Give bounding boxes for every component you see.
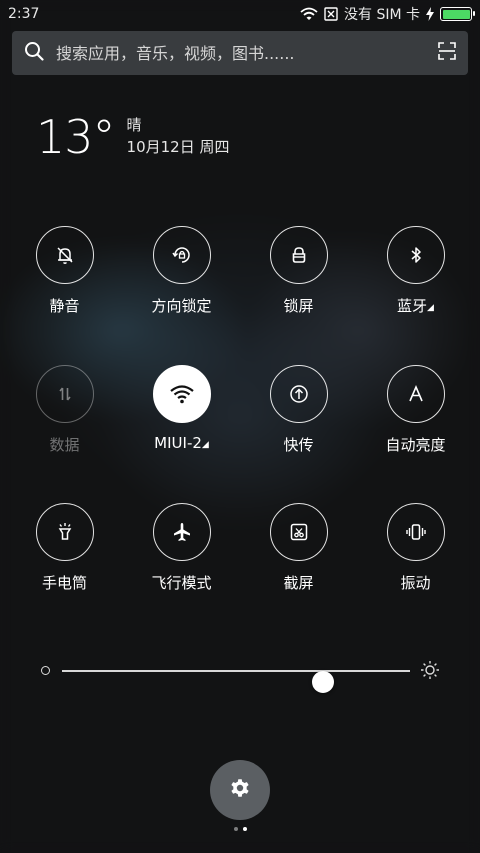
weather-condition: 晴 xyxy=(126,116,142,134)
toggle-label: 振动 xyxy=(400,574,431,592)
carrier-label: 没有 SIM 卡 xyxy=(344,7,420,23)
toggle-vibrate[interactable]: 振动 xyxy=(357,503,474,593)
brightness-low-icon xyxy=(41,666,50,675)
toggle-screenshot[interactable]: 截屏 xyxy=(240,503,357,593)
brightness-thumb[interactable] xyxy=(312,671,334,693)
toggle-label: 飞行模式 xyxy=(151,574,212,592)
rotation-lock-icon xyxy=(152,226,211,284)
toggle-airplane[interactable]: 飞行模式 xyxy=(123,503,240,593)
brightness-slider[interactable] xyxy=(40,658,440,693)
toggle-rotation-lock[interactable]: 方向锁定 xyxy=(123,226,240,316)
toggle-wifi[interactable]: MIUI-2◢ xyxy=(123,365,240,452)
lock-icon xyxy=(269,226,328,284)
brightness-track[interactable] xyxy=(62,670,410,693)
bluetooth-icon xyxy=(386,226,445,284)
mobile-data-icon xyxy=(35,365,94,423)
toggle-label: 手电筒 xyxy=(41,574,87,592)
weather-widget[interactable]: 13° 晴 10月12日 周四 xyxy=(36,112,230,162)
weather-date: 10月12日 周四 xyxy=(126,138,230,156)
auto-brightness-icon xyxy=(386,365,445,423)
settings-button[interactable] xyxy=(210,760,270,820)
toggle-label: 锁屏 xyxy=(283,297,314,315)
toggle-lock-screen[interactable]: 锁屏 xyxy=(240,226,357,316)
search-icon xyxy=(24,41,44,65)
search-bar[interactable] xyxy=(12,31,468,75)
toggle-label: 方向锁定 xyxy=(151,297,212,315)
toggle-label: 截屏 xyxy=(283,574,314,592)
toggle-label: 快传 xyxy=(283,436,314,454)
toggle-mobile-data[interactable]: 数据 xyxy=(6,365,123,455)
toggle-label: 数据 xyxy=(49,436,80,454)
status-time: 2:37 xyxy=(8,6,40,22)
toggle-auto-brightness[interactable]: 自动亮度 xyxy=(357,365,474,455)
brightness-high-icon xyxy=(420,660,440,684)
flashlight-icon xyxy=(35,503,94,561)
search-input[interactable] xyxy=(56,43,438,63)
screenshot-icon xyxy=(269,503,328,561)
wifi-icon xyxy=(152,365,211,423)
scan-icon[interactable] xyxy=(438,42,456,64)
charging-icon xyxy=(426,7,434,21)
toggle-flashlight[interactable]: 手电筒 xyxy=(6,503,123,593)
page-dot xyxy=(233,827,238,831)
page-dot-active xyxy=(242,827,247,831)
toggle-label: 自动亮度 xyxy=(385,436,446,454)
status-bar: 2:37 没有 SIM 卡 xyxy=(0,0,480,28)
toggle-mute[interactable]: 静音 xyxy=(6,226,123,316)
toggle-label: 蓝牙◢ xyxy=(397,297,434,315)
no-sim-icon xyxy=(324,7,338,21)
page-indicator xyxy=(0,827,480,831)
battery-fill xyxy=(442,9,470,19)
airplane-icon xyxy=(152,503,211,561)
gear-icon xyxy=(228,776,252,804)
toggle-label: 静音 xyxy=(49,297,80,315)
wifi-icon xyxy=(300,7,318,21)
temperature: 13° xyxy=(36,110,116,164)
vibrate-icon xyxy=(386,503,445,561)
quick-transfer-icon xyxy=(269,365,328,423)
toggle-label: MIUI-2◢ xyxy=(154,434,209,452)
toggle-bluetooth[interactable]: 蓝牙◢ xyxy=(357,226,474,316)
mute-bell-icon xyxy=(35,226,94,284)
battery-icon xyxy=(440,7,475,21)
toggle-quick-transfer[interactable]: 快传 xyxy=(240,365,357,455)
